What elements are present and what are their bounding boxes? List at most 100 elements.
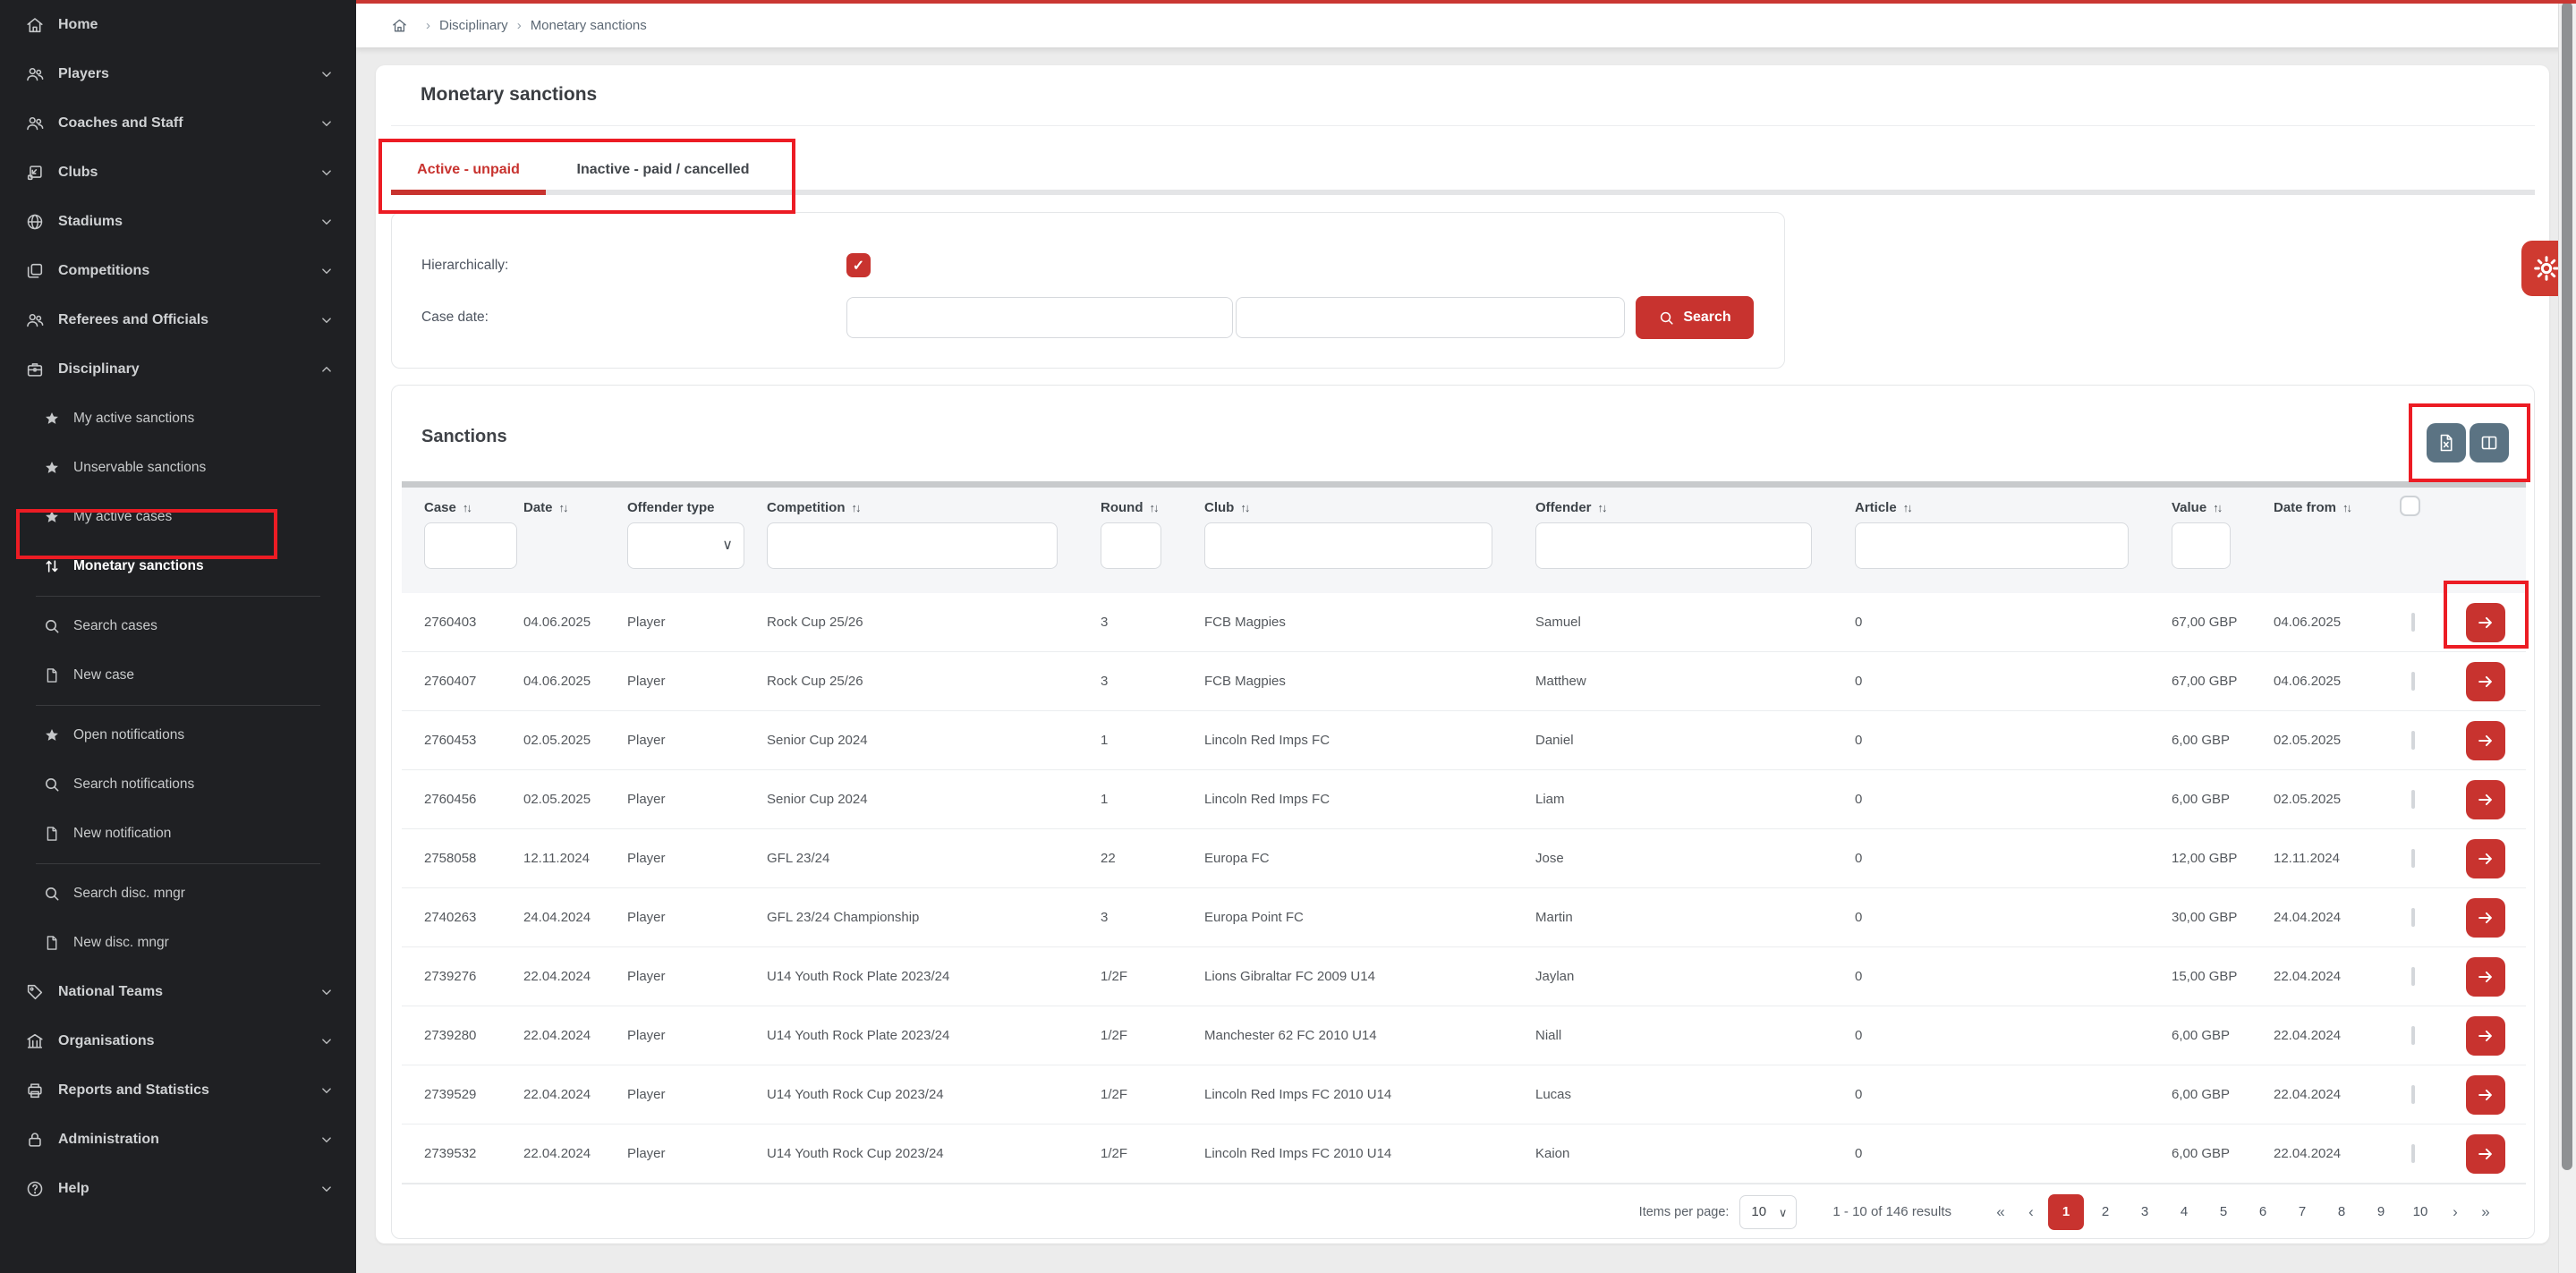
sidebar-item[interactable]: Help bbox=[0, 1164, 356, 1213]
first-page-button[interactable]: « bbox=[1985, 1203, 2016, 1221]
sidebar-item[interactable]: My active sanctions bbox=[0, 394, 356, 443]
sidebar-item[interactable]: Administration bbox=[0, 1115, 356, 1164]
sidebar-item[interactable]: Clubs bbox=[0, 148, 356, 197]
breadcrumb-item-disciplinary[interactable]: Disciplinary bbox=[439, 18, 508, 33]
cell-offender-type: Player bbox=[611, 969, 751, 984]
last-page-button[interactable]: » bbox=[2470, 1203, 2501, 1221]
filter-competition-input[interactable] bbox=[767, 522, 1058, 569]
sidebar-item[interactable]: Open notifications bbox=[0, 710, 356, 760]
page-number[interactable]: 3 bbox=[2127, 1194, 2163, 1230]
column-header[interactable]: Competition bbox=[751, 500, 1084, 515]
row-checkbox[interactable] bbox=[2411, 731, 2415, 750]
row-checkbox[interactable] bbox=[2411, 908, 2415, 927]
column-header[interactable]: Round bbox=[1084, 500, 1188, 515]
page-number[interactable]: 1 bbox=[2048, 1194, 2084, 1230]
open-row-button[interactable] bbox=[2466, 1075, 2505, 1115]
page-number[interactable]: 7 bbox=[2284, 1194, 2320, 1230]
sidebar-item[interactable]: Disciplinary bbox=[0, 344, 356, 394]
hierarchically-checkbox[interactable] bbox=[846, 253, 871, 277]
sidebar-item[interactable]: Stadiums bbox=[0, 197, 356, 246]
page-number[interactable]: 5 bbox=[2206, 1194, 2241, 1230]
filter-offender-input[interactable] bbox=[1535, 522, 1812, 569]
sidebar-item[interactable]: New notification bbox=[0, 809, 356, 858]
sidebar-item[interactable]: Coaches and Staff bbox=[0, 98, 356, 148]
column-header[interactable]: Date bbox=[507, 500, 611, 515]
breadcrumb-separator: › bbox=[517, 18, 522, 33]
scrollbar-thumb[interactable] bbox=[2562, 2, 2572, 1170]
filter-case-input[interactable] bbox=[424, 522, 517, 569]
page-number[interactable]: 6 bbox=[2245, 1194, 2281, 1230]
page-number[interactable]: 9 bbox=[2363, 1194, 2399, 1230]
sidebar-item[interactable]: Referees and Officials bbox=[0, 295, 356, 344]
select-all-checkbox[interactable] bbox=[2400, 496, 2420, 516]
cell-date-from: 22.04.2024 bbox=[2257, 1087, 2395, 1102]
page-number[interactable]: 4 bbox=[2166, 1194, 2202, 1230]
sidebar-item[interactable]: Reports and Statistics bbox=[0, 1065, 356, 1115]
row-checkbox[interactable] bbox=[2411, 790, 2415, 809]
sidebar-item[interactable]: New case bbox=[0, 650, 356, 700]
next-page-button[interactable]: › bbox=[2440, 1203, 2470, 1221]
case-date-to-input[interactable] bbox=[1236, 297, 1625, 338]
home-icon[interactable] bbox=[391, 17, 408, 34]
filter-round-input[interactable] bbox=[1101, 522, 1161, 569]
tab-active-unpaid[interactable]: Active - unpaid bbox=[391, 150, 546, 190]
open-row-button[interactable] bbox=[2466, 662, 2505, 701]
export-excel-button[interactable] bbox=[2427, 423, 2466, 463]
active-tab-underline bbox=[391, 190, 546, 195]
row-checkbox[interactable] bbox=[2411, 1085, 2415, 1104]
sidebar-item[interactable]: My active cases bbox=[0, 492, 356, 541]
previous-page-button[interactable]: ‹ bbox=[2016, 1203, 2046, 1221]
sidebar-item[interactable]: New disc. mngr bbox=[0, 918, 356, 967]
cell-round: 1/2F bbox=[1084, 1028, 1188, 1043]
table-row: 2760456 02.05.2025 Player Senior Cup 202… bbox=[402, 770, 2526, 829]
case-date-from-input[interactable] bbox=[846, 297, 1233, 338]
row-checkbox[interactable] bbox=[2411, 613, 2415, 632]
breadcrumb-item-monetary-sanctions[interactable]: Monetary sanctions bbox=[531, 18, 647, 33]
search-button[interactable]: Search bbox=[1636, 296, 1754, 339]
sidebar-item[interactable]: Search notifications bbox=[0, 760, 356, 809]
sidebar-item[interactable]: Organisations bbox=[0, 1016, 356, 1065]
column-header[interactable]: Club bbox=[1188, 500, 1519, 515]
sidebar-item[interactable]: Players bbox=[0, 49, 356, 98]
column-header[interactable]: Value bbox=[2155, 500, 2257, 515]
table-header-band: Case Date Offender type Competition Roun… bbox=[402, 488, 2526, 593]
column-header[interactable]: Offender type bbox=[611, 500, 751, 515]
cell-offender: Martin bbox=[1519, 910, 1839, 925]
column-header[interactable]: Date from bbox=[2257, 500, 2395, 515]
column-settings-button[interactable] bbox=[2470, 423, 2509, 463]
filter-offender-type-select[interactable] bbox=[627, 522, 744, 569]
results-count: 1 - 10 of 146 results bbox=[1832, 1204, 1951, 1219]
row-checkbox[interactable] bbox=[2411, 967, 2415, 986]
sidebar-item[interactable]: Search cases bbox=[0, 601, 356, 650]
filter-club-input[interactable] bbox=[1204, 522, 1492, 569]
sidebar-item[interactable]: Competitions bbox=[0, 246, 356, 295]
tab-inactive-paid-cancelled[interactable]: Inactive - paid / cancelled bbox=[560, 150, 766, 190]
column-header[interactable]: Offender bbox=[1519, 500, 1839, 515]
open-row-button[interactable] bbox=[2466, 839, 2505, 878]
sidebar-item[interactable]: Home bbox=[0, 0, 356, 49]
row-checkbox[interactable] bbox=[2411, 1144, 2415, 1163]
open-row-button[interactable] bbox=[2466, 1016, 2505, 1056]
open-row-button[interactable] bbox=[2466, 957, 2505, 997]
sidebar-item[interactable]: National Teams bbox=[0, 967, 356, 1016]
filter-article-input[interactable] bbox=[1855, 522, 2129, 569]
open-row-button[interactable] bbox=[2466, 721, 2505, 760]
column-header[interactable]: Article bbox=[1839, 500, 2155, 515]
items-per-page-select[interactable]: 10 bbox=[1739, 1195, 1797, 1229]
page-number[interactable]: 10 bbox=[2402, 1194, 2438, 1230]
page-number[interactable]: 2 bbox=[2087, 1194, 2123, 1230]
page-number[interactable]: 8 bbox=[2324, 1194, 2359, 1230]
sidebar-item[interactable]: Monetary sanctions bbox=[0, 541, 356, 590]
sidebar-item[interactable]: Unservable sanctions bbox=[0, 443, 356, 492]
column-header-label: Value bbox=[2172, 500, 2206, 515]
sidebar-item[interactable]: Search disc. mngr bbox=[0, 869, 356, 918]
row-checkbox[interactable] bbox=[2411, 1026, 2415, 1045]
column-header[interactable]: Case bbox=[408, 500, 507, 515]
filter-value-input[interactable] bbox=[2172, 522, 2231, 569]
row-checkbox[interactable] bbox=[2411, 849, 2415, 868]
open-row-button[interactable] bbox=[2466, 780, 2505, 819]
open-row-button[interactable] bbox=[2466, 603, 2505, 642]
open-row-button[interactable] bbox=[2466, 1134, 2505, 1174]
row-checkbox[interactable] bbox=[2411, 672, 2415, 691]
open-row-button[interactable] bbox=[2466, 898, 2505, 938]
